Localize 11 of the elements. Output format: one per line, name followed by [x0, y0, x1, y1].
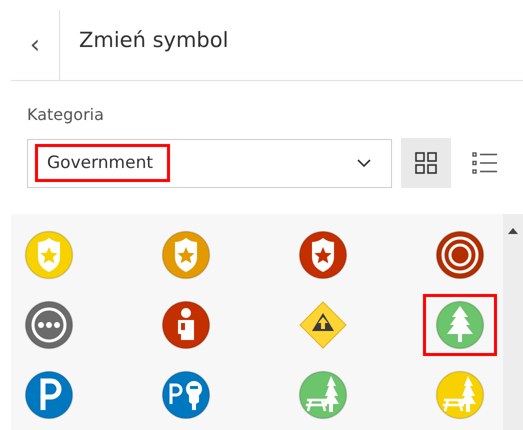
- list-icon: [472, 151, 498, 175]
- chevron-down-icon: [357, 158, 371, 168]
- grid-view-button[interactable]: [401, 138, 451, 188]
- scroll-up-icon[interactable]: [508, 228, 518, 234]
- panel-title: Zmień symbol: [79, 28, 228, 52]
- category-dropdown[interactable]: Government: [27, 138, 392, 188]
- category-label: Kategoria: [27, 105, 105, 124]
- category-value: Government: [35, 144, 170, 182]
- back-button[interactable]: ‹: [11, 10, 60, 80]
- scrollbar[interactable]: [503, 214, 523, 430]
- grid-icon: [414, 151, 438, 175]
